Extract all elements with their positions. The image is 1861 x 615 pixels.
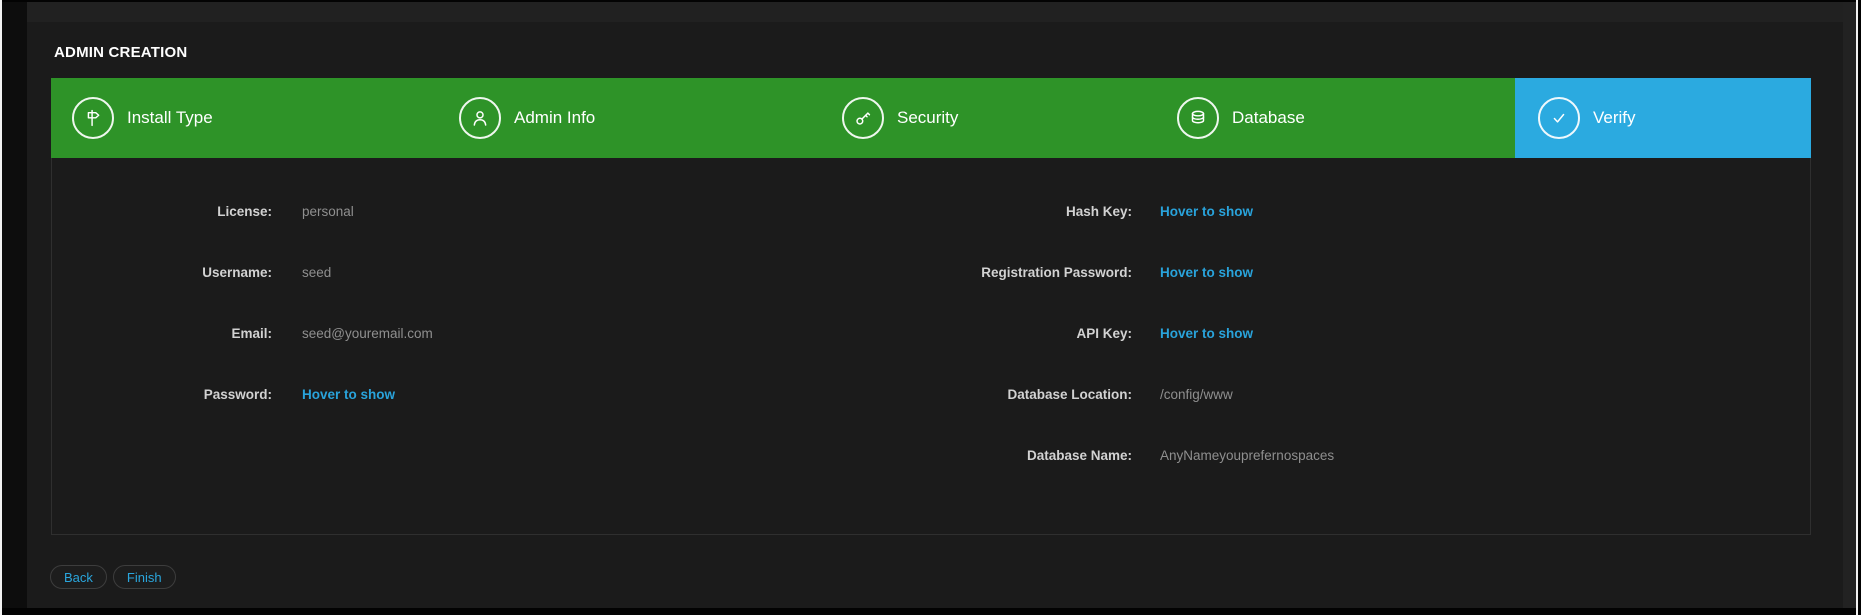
field-row: Email: seed@youremail.com [52,303,892,364]
field-row: Database Name: AnyNameyouprefernospaces [900,425,1805,486]
step-database[interactable]: Database [1177,78,1305,158]
finish-button[interactable]: Finish [113,565,176,589]
step-verify[interactable]: Verify [1538,78,1636,158]
field-label: Password: [52,387,272,402]
screen: ADMIN CREATION Install Type [0,0,1861,615]
field-row: License: personal [52,181,892,242]
step-security[interactable]: Security [842,78,958,158]
check-icon [1538,97,1580,139]
collapsed-sidebar-strip [2,2,27,608]
step-label: Install Type [127,108,213,128]
field-label: Email: [52,326,272,341]
user-icon [459,97,501,139]
step-verify-segment: Verify [1515,78,1811,158]
field-row: API Key: Hover to show [900,303,1805,364]
hover-to-show-value[interactable]: Hover to show [302,387,395,402]
key-icon [842,97,884,139]
field-label: Database Name: [900,448,1132,463]
hover-to-show-value[interactable]: Hover to show [1160,204,1253,219]
verify-form-right-column: Hash Key:Hover to showRegistration Passw… [900,181,1805,486]
step-label: Verify [1593,108,1636,128]
field-row: Registration Password: Hover to show [900,242,1805,303]
field-label: Registration Password: [900,265,1132,280]
field-label: License: [52,204,272,219]
wizard-footer: Back Finish [50,565,176,589]
window-border-left [0,0,2,615]
page-title: ADMIN CREATION [54,44,187,61]
field-row: Password: Hover to show [52,364,892,425]
field-label: Database Location: [900,387,1132,402]
wizard-stepper: Install Type Admin Info [51,78,1811,158]
signpost-icon [72,97,114,139]
field-value: /config/www [1160,387,1233,402]
step-admin-info[interactable]: Admin Info [459,78,595,158]
field-label: API Key: [900,326,1132,341]
verify-form-left-column: License: personal Username: seed Email: seed@… [52,181,892,425]
hover-to-show-value[interactable]: Hover to show [1160,265,1253,280]
window-border-right [1856,0,1858,615]
field-label: Username: [52,265,272,280]
field-value: personal [302,204,354,219]
back-button[interactable]: Back [50,565,107,589]
field-label: Hash Key: [900,204,1132,219]
admin-creation-panel: ADMIN CREATION Install Type [27,22,1843,608]
step-label: Database [1232,108,1305,128]
wizard-content-box: Install Type Admin Info [51,78,1811,535]
field-value: seed@youremail.com [302,326,433,341]
scrollbar-track[interactable] [1843,2,1856,608]
field-row: Database Location: /config/www [900,364,1805,425]
field-value: seed [302,265,331,280]
page-top-strip [2,2,1856,22]
database-icon [1177,97,1219,139]
hover-to-show-value[interactable]: Hover to show [1160,326,1253,341]
step-install-type[interactable]: Install Type [72,78,213,158]
field-value: AnyNameyouprefernospaces [1160,448,1334,463]
field-row: Username: seed [52,242,892,303]
step-label: Security [897,108,958,128]
field-row: Hash Key: Hover to show [900,181,1805,242]
step-label: Admin Info [514,108,595,128]
